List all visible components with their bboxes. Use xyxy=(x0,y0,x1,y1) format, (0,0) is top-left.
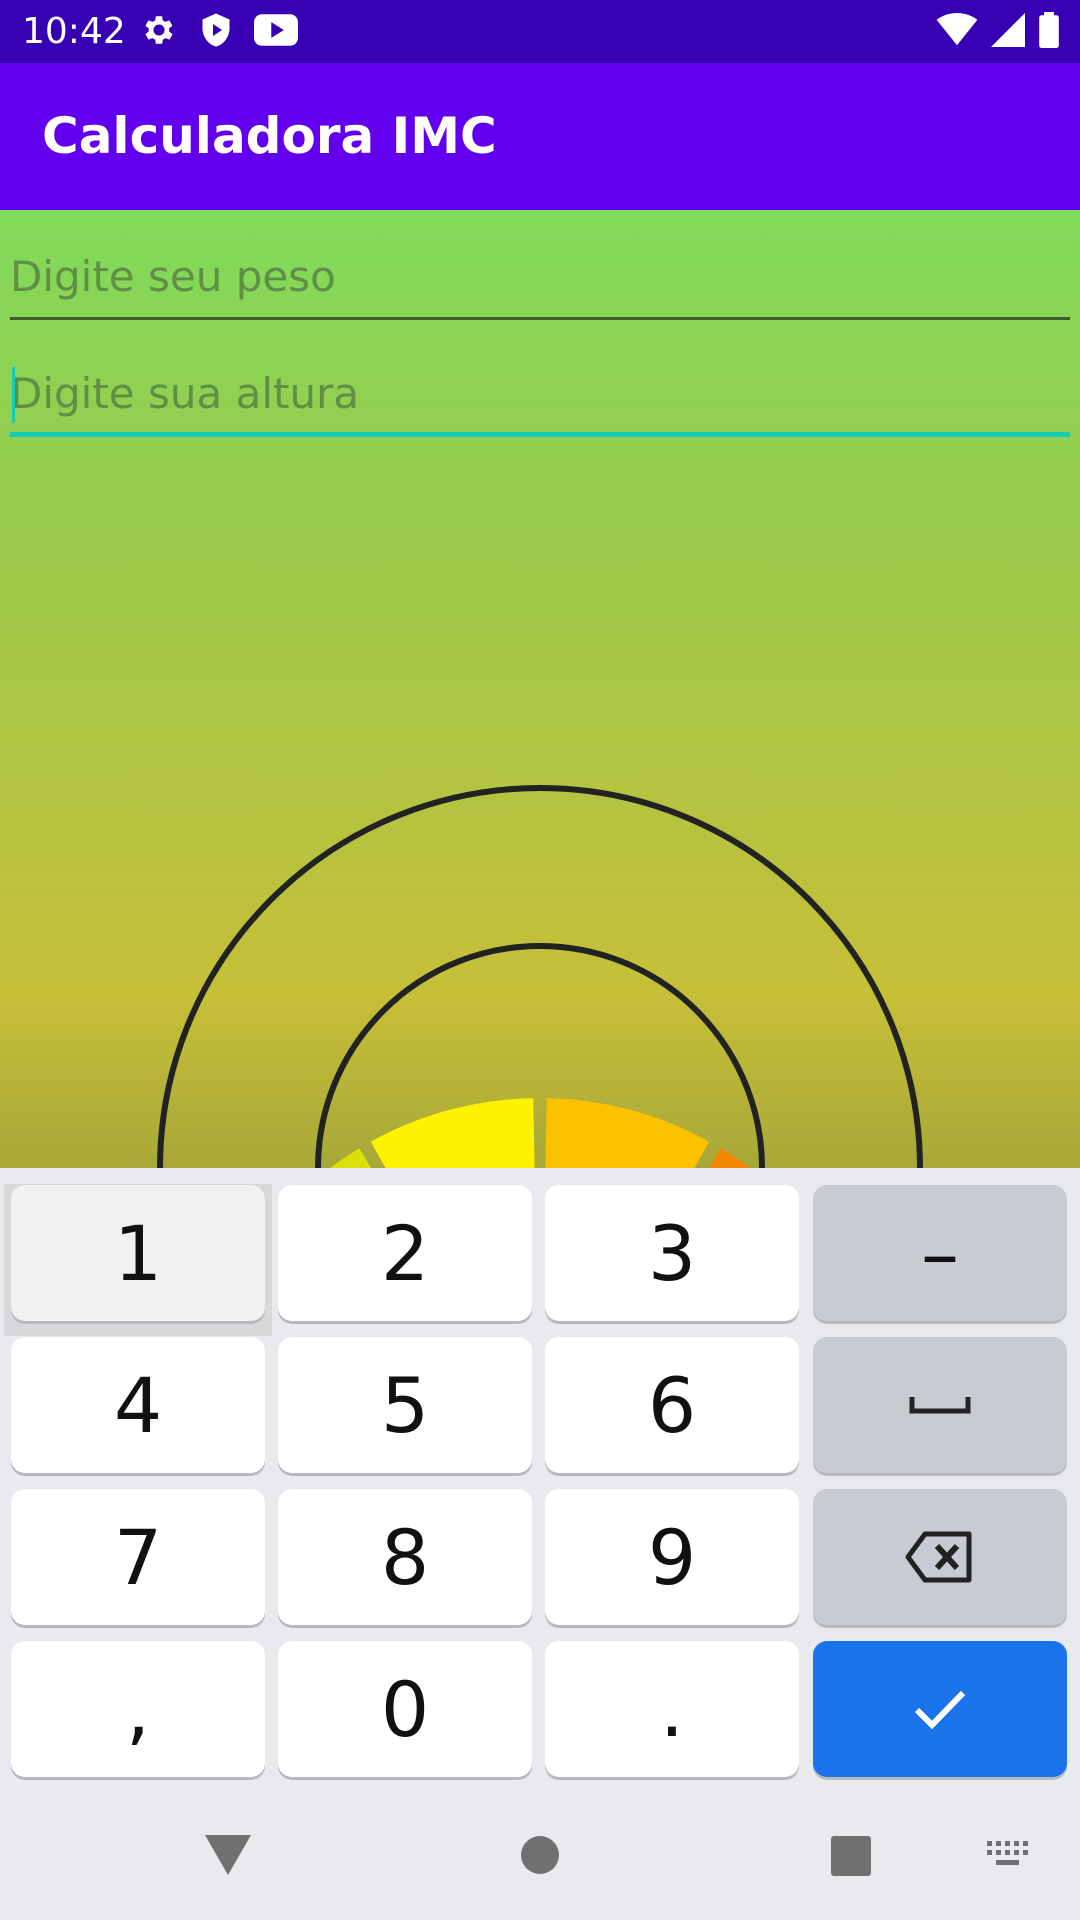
backspace-icon xyxy=(905,1531,972,1583)
key-5[interactable]: 5 xyxy=(278,1337,532,1473)
key-3-label: 3 xyxy=(647,1208,697,1298)
navigation-bar xyxy=(0,1785,1080,1920)
status-icons-right xyxy=(936,12,1060,52)
key-space[interactable] xyxy=(813,1337,1067,1473)
key-0[interactable]: 0 xyxy=(278,1641,532,1777)
key-3[interactable]: 3 xyxy=(545,1185,799,1321)
status-bar: 10:42 xyxy=(0,0,1080,63)
key-1[interactable]: 1 xyxy=(11,1185,265,1321)
key-minus[interactable]: – xyxy=(813,1185,1067,1321)
app-title: Calculadora IMC xyxy=(42,107,497,165)
key-9-label: 9 xyxy=(647,1512,697,1602)
key-6[interactable]: 6 xyxy=(545,1337,799,1473)
key-9[interactable]: 9 xyxy=(545,1489,799,1625)
check-icon xyxy=(914,1690,966,1730)
key-comma-label: , xyxy=(125,1664,151,1754)
battery-icon xyxy=(1038,12,1060,52)
app-bar: Calculadora IMC xyxy=(0,63,1080,210)
key-4[interactable]: 4 xyxy=(11,1337,265,1473)
space-icon xyxy=(909,1397,971,1414)
key-7[interactable]: 7 xyxy=(11,1489,265,1625)
gauge-segment-4 xyxy=(545,1098,710,1168)
key-4-label: 4 xyxy=(113,1360,163,1450)
key-6-label: 6 xyxy=(647,1360,697,1450)
status-icons-left xyxy=(140,12,298,52)
key-2-label: 2 xyxy=(380,1208,430,1298)
key-period[interactable]: . xyxy=(545,1641,799,1777)
content-area xyxy=(0,210,1080,1168)
key-comma[interactable]: , xyxy=(11,1641,265,1777)
key-7-label: 7 xyxy=(113,1512,163,1602)
key-backspace[interactable] xyxy=(813,1489,1067,1625)
key-1-label: 1 xyxy=(113,1208,163,1298)
home-icon[interactable] xyxy=(520,1835,560,1875)
key-minus-label: – xyxy=(921,1208,959,1298)
youtube-icon xyxy=(254,13,298,51)
key-8-label: 8 xyxy=(380,1512,430,1602)
key-8[interactable]: 8 xyxy=(278,1489,532,1625)
key-5-label: 5 xyxy=(380,1360,430,1450)
wifi-icon xyxy=(936,13,978,51)
gauge-segment-3 xyxy=(370,1098,535,1168)
keyboard-icon[interactable] xyxy=(987,1841,1029,1869)
signal-icon xyxy=(990,13,1026,51)
shield-icon xyxy=(198,11,234,53)
imc-gauge xyxy=(157,785,923,1168)
gauge-outer-ring xyxy=(157,785,923,1168)
gear-icon xyxy=(140,11,178,53)
key-done[interactable] xyxy=(813,1641,1067,1777)
key-0-label: 0 xyxy=(380,1664,430,1754)
key-2[interactable]: 2 xyxy=(278,1185,532,1321)
status-time: 10:42 xyxy=(22,11,126,52)
recents-icon[interactable] xyxy=(831,1836,871,1876)
key-period-label: . xyxy=(659,1664,685,1754)
gauge-segments xyxy=(330,1098,750,1168)
back-icon[interactable] xyxy=(205,1835,251,1875)
screen: 10:42 Calculadora IMC Digite seu peso Di… xyxy=(0,0,1080,1920)
